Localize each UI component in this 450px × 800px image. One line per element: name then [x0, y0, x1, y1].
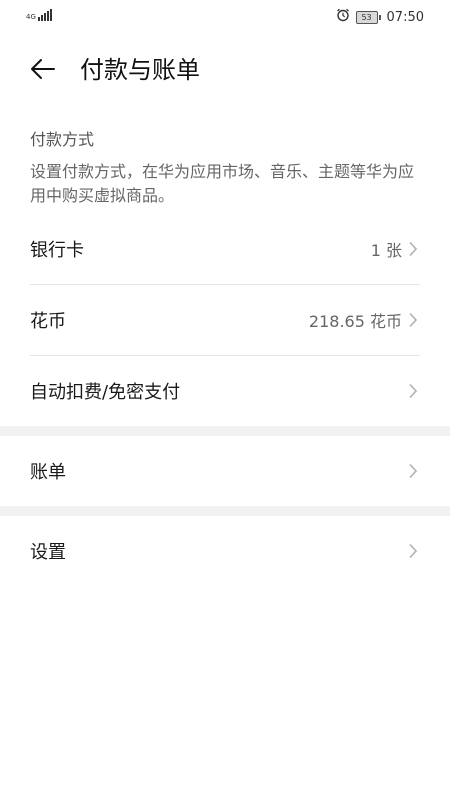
huawei-coin-label: 花币	[30, 311, 66, 332]
status-right: 53 07:50	[336, 8, 424, 26]
auto-debit-item[interactable]: 自动扣费/免密支付	[30, 356, 420, 426]
back-button[interactable]	[26, 52, 60, 86]
section-title: 付款方式	[30, 130, 95, 149]
battery-icon: 53	[355, 10, 381, 24]
bill-item[interactable]: 账单	[30, 436, 420, 506]
chevron-right-icon	[408, 543, 420, 559]
bank-card-count: 1 张	[370, 241, 402, 260]
payment-section-header: 付款方式 设置付款方式，在华为应用市场、音乐、主题等华为应用中购买虚拟商品。	[30, 128, 420, 208]
chevron-right-icon	[408, 312, 420, 328]
bank-card-item[interactable]: 银行卡 1 张	[30, 214, 420, 285]
status-bar: 4G 53 07:50	[0, 0, 450, 34]
auto-debit-label: 自动扣费/免密支付	[30, 382, 181, 403]
alarm-icon	[336, 8, 350, 26]
arrow-left-icon	[31, 59, 55, 79]
battery-level: 53	[355, 10, 378, 24]
chevron-right-icon	[408, 241, 420, 257]
huawei-coin-balance: 218.65 花币	[308, 312, 402, 331]
status-time: 07:50	[386, 9, 424, 25]
settings-item[interactable]: 设置	[30, 516, 420, 586]
chevron-right-icon	[408, 463, 420, 479]
bank-card-label: 银行卡	[30, 240, 84, 261]
chevron-right-icon	[408, 383, 420, 399]
network-type: 4G	[26, 13, 36, 21]
signal-icon	[37, 9, 53, 21]
app-bar: 付款与账单	[0, 34, 450, 106]
section-gap	[0, 506, 450, 516]
section-description: 设置付款方式，在华为应用市场、音乐、主题等华为应用中购买虚拟商品。	[30, 162, 415, 205]
section-gap	[0, 426, 450, 436]
bill-label: 账单	[30, 462, 66, 483]
huawei-coin-item[interactable]: 花币 218.65 花币	[30, 285, 420, 356]
settings-label: 设置	[30, 542, 66, 563]
page-title: 付款与账单	[80, 56, 200, 84]
signal-area: 4G	[26, 9, 53, 21]
